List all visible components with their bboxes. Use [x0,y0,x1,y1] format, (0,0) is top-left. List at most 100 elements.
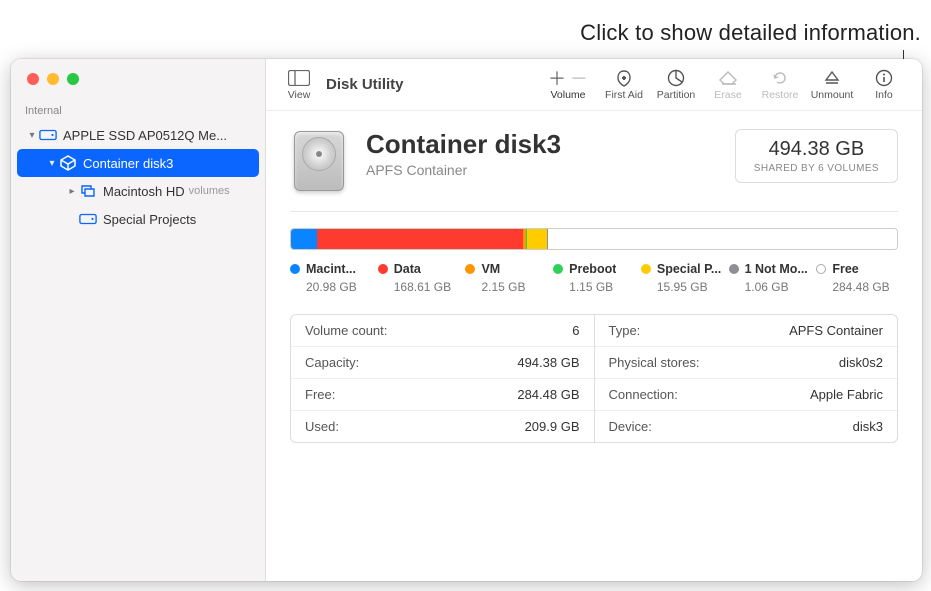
detail-row: Type:APFS Container [595,315,898,347]
usage-legend: Macint...20.98 GB Data 168.61 GB VM 2.15 GB P… [290,262,898,294]
sidebar-item-container-disk3[interactable]: ▾ Container disk3 [17,149,259,177]
details-panel: Volume count: 6 Capacity: 494.38 GB Free: 284… [290,314,898,443]
legend-name: 1 Not Mo... [745,262,808,276]
sidebar-tree: ▾ APPLE SSD AP0512Q Me... ▾ Container disk3… [11,121,265,233]
legend-name: Special P... [657,262,721,276]
header-row: Container disk3 APFS Container 494.38 GB… [290,129,898,193]
legend-swatch [816,264,826,274]
detail-row: Free: 284.48 GB [291,379,594,411]
legend-swatch [378,264,388,274]
toolbar-item-label: Info [875,89,893,101]
toolbar-item-label: Erase [714,89,741,101]
legend-item: VM 2.15 GB [465,262,547,294]
disclosure-triangle[interactable]: ▾ [25,130,39,141]
detail-value: 494.38 GB [517,355,579,370]
legend-item: Data 168.61 GB [378,262,460,294]
detail-key: Capacity: [305,355,359,370]
sidebar-item-label: Special Projects [103,212,196,227]
detail-value: 284.48 GB [517,387,579,402]
size-box: 494.38 GB SHARED BY 6 VOLUMES [735,129,898,183]
legend-item: Free284.48 GB [816,262,898,294]
disk-icon [39,126,57,144]
disclosure-triangle[interactable]: ▾ [45,158,59,169]
sidebar-section-label: Internal [11,99,265,121]
detail-key: Device: [609,419,652,434]
details-col-right: Type:APFS Container Physical stores: disk0… [595,315,898,442]
legend-item: Macint...20.98 GB [290,262,372,294]
volume-add-button[interactable]: ＋ [548,65,566,91]
sidebar-item-sublabel: volumes [189,185,230,197]
toolbar-item-label: Partition [657,89,696,101]
legend-value: 284.48 GB [832,280,898,294]
view-button[interactable]: View [278,59,320,110]
partition-button[interactable]: Partition [650,68,702,101]
sidebar-item-special-projects[interactable]: Special Projects [17,205,259,233]
usage-segment-data [317,229,524,249]
sidebar-item-macintosh-hd[interactable]: ▸Macintosh HDvolumes [17,177,259,205]
firstaid-button[interactable]: First Aid [598,68,650,101]
volume-remove-button[interactable]: － [570,65,588,91]
detail-value: disk0s2 [839,355,883,370]
detail-row: Capacity: 494.38 GB [291,347,594,379]
content-area: Container disk3 APFS Container 494.38 GB… [266,111,922,581]
usage-bar [290,228,898,250]
size-subtitle: SHARED BY 6 VOLUMES [754,163,879,174]
legend-item: 1 Not Mo... 1.06 GB [729,262,811,294]
detail-value: 209.9 GB [525,419,580,434]
view-label: View [288,89,311,101]
legend-value: 2.15 GB [481,280,547,294]
disk-utility-window: Internal ▾ APPLE SSD AP0512Q Me... ▾ Contai… [11,59,922,581]
container-icon [59,154,77,172]
legend-value: 1.06 GB [745,280,811,294]
disk-icon [290,129,348,193]
unmount-icon [823,68,841,88]
sidebar: Internal ▾ APPLE SSD AP0512Q Me... ▾ Contai… [11,59,266,581]
usage-segment-free [548,229,897,249]
toolbar: View Disk Utility ＋ － Volume First Aid Pa… [266,59,922,111]
detail-key: Free: [305,387,335,402]
close-button[interactable] [27,73,39,85]
legend-name: VM [481,262,500,276]
legend-value: 15.95 GB [657,280,723,294]
main-pane: View Disk Utility ＋ － Volume First Aid Pa… [266,59,922,581]
legend-swatch [553,264,563,274]
legend-item: Special P... 15.95 GB [641,262,723,294]
legend-value: 168.61 GB [394,280,460,294]
minimize-button[interactable] [47,73,59,85]
legend-name: Macint... [306,262,356,276]
disk-subtitle: APFS Container [366,162,717,178]
detail-row: Used:209.9 GB [291,411,594,442]
details-col-left: Volume count: 6 Capacity: 494.38 GB Free: 284… [291,315,595,442]
legend-swatch [465,264,475,274]
sidebar-item-label: Container disk3 [83,156,173,171]
restore-icon [771,68,789,88]
sidebar-item-label: APPLE SSD AP0512Q Me... [63,128,227,143]
disclosure-triangle[interactable]: ▸ [65,186,79,197]
detail-row: Volume count: 6 [291,315,594,347]
divider [290,211,898,212]
volume-label: Volume [550,89,585,101]
detail-key: Physical stores: [609,355,700,370]
sidebar-item-apple-ssd-ap0512q-me[interactable]: ▾ APPLE SSD AP0512Q Me... [17,121,259,149]
window-title: Disk Utility [326,76,404,93]
toolbar-item-label: Restore [762,89,799,101]
unmount-button[interactable]: Unmount [806,68,858,101]
detail-row: Device: disk3 [595,411,898,442]
info-button[interactable]: Info [858,68,910,101]
detail-key: Type: [609,323,641,338]
volumes-icon [79,182,97,200]
zoom-button[interactable] [67,73,79,85]
legend-item: Preboot1.15 GB [553,262,635,294]
legend-name: Data [394,262,421,276]
detail-row: Physical stores: disk0s2 [595,347,898,379]
restore-button: Restore [754,68,806,101]
detail-value: 6 [572,323,579,338]
detail-row: Connection:Apple Fabric [595,379,898,411]
detail-value: Apple Fabric [810,387,883,402]
callout-text: Click to show detailed information. [580,20,921,46]
detail-key: Volume count: [305,323,387,338]
volume-button-group: ＋ － Volume [538,68,598,101]
detail-value: disk3 [853,419,883,434]
legend-name: Preboot [569,262,616,276]
erase-icon [718,68,738,88]
